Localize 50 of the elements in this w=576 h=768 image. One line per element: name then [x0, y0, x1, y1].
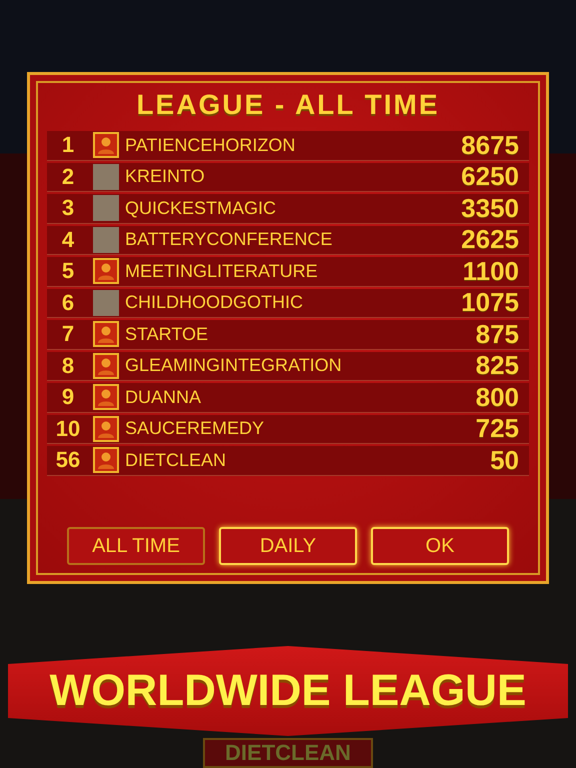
rank-text: 5	[60, 258, 76, 284]
player-score: 50	[490, 444, 520, 476]
player-name: MEETINGLITERATURE	[125, 260, 319, 282]
person-icon	[97, 136, 115, 154]
player-score: 8675	[461, 130, 520, 161]
person-icon	[97, 388, 115, 406]
rank-text: 9	[60, 384, 76, 410]
dialog-title: LEAGUE - ALL TIME	[136, 89, 440, 121]
person-icon	[97, 262, 115, 280]
player-name: DUANNA	[125, 386, 202, 408]
player-score: 825	[476, 350, 520, 382]
photo-placeholder	[93, 195, 119, 222]
rank-text: 10	[54, 416, 82, 442]
player-score: 1100	[462, 256, 520, 287]
dialog-button[interactable]: DAILY	[219, 527, 357, 565]
rank-text: 3	[60, 195, 76, 222]
player-name: GLEAMINGINTEGRATION	[125, 355, 343, 376]
player-score: 725	[476, 413, 520, 444]
player-name: BATTERYCONFERENCE	[125, 229, 334, 250]
rank-text: 8	[60, 352, 76, 379]
photo-placeholder	[93, 164, 119, 190]
dialog-button[interactable]: OK	[371, 527, 509, 565]
photo-placeholder	[93, 290, 119, 316]
photo-placeholder	[93, 226, 119, 253]
player-name: STARTOE	[125, 324, 210, 345]
player-score: 1075	[461, 287, 520, 318]
rank-text: 4	[60, 226, 76, 253]
player-name: PATIENCEHORIZON	[125, 134, 296, 156]
person-icon	[97, 451, 115, 470]
banner: WORLDWIDE LEAGUE	[8, 646, 568, 736]
rank-text: 6	[60, 290, 76, 316]
person-icon	[97, 325, 115, 344]
person-icon	[97, 356, 115, 375]
player-score: 6250	[461, 161, 520, 192]
player-score: 875	[476, 318, 520, 350]
rank-text: 1	[60, 132, 76, 158]
player-score: 3350	[461, 192, 520, 224]
player-name: KREINTO	[125, 166, 206, 188]
player-name: SAUCEREMEDY	[125, 418, 266, 440]
dialog-button[interactable]: ALL TIME	[67, 527, 205, 565]
player-score: 800	[476, 382, 520, 413]
player-name: DIETCLEAN	[125, 450, 228, 471]
player-name: CHILDHOODGOTHIC	[125, 292, 304, 314]
rank-text: 56	[54, 447, 82, 474]
player-name: QUICKESTMAGIC	[125, 198, 278, 219]
rank-text: 2	[60, 164, 76, 190]
person-icon	[97, 420, 115, 438]
player-score: 2625	[461, 224, 520, 256]
rank-text: 7	[60, 321, 76, 348]
background-label: DIETCLEAN	[203, 738, 373, 768]
